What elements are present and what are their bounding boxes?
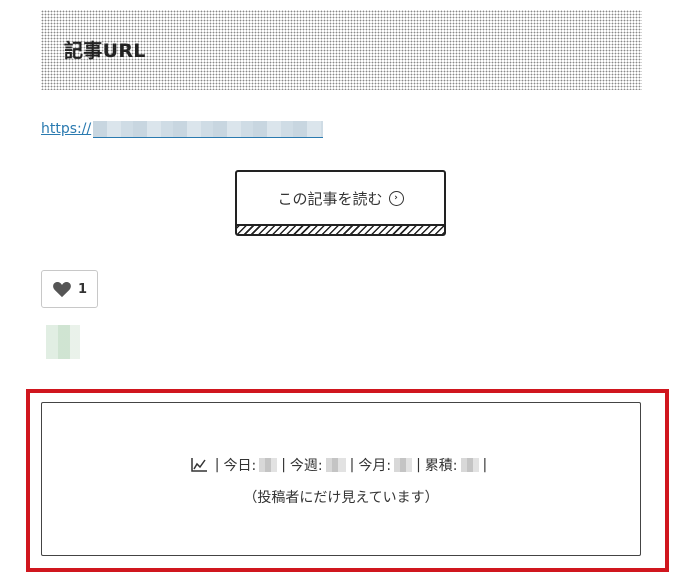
read-article-button-label: この記事を読む xyxy=(277,190,383,208)
author-only-note: （投稿者にだけ見えています） xyxy=(243,490,439,506)
view-stats-line: | 今日: | 今週: | 今月: | 累積: | xyxy=(42,455,640,475)
stats-today-label: 今日: xyxy=(223,458,257,474)
arrow-circle-right-icon: › xyxy=(388,191,404,206)
blurred-url-text xyxy=(93,120,324,138)
article-url-prefix: https:// xyxy=(41,121,92,137)
heart-icon xyxy=(53,281,71,298)
stats-month-label: 今月: xyxy=(358,458,392,474)
like-count: 1 xyxy=(77,281,88,297)
view-stats-box: | 今日: | 今週: | 今月: | 累積: | （投稿者にだけ見えています） xyxy=(41,402,641,556)
stats-total-value-blurred xyxy=(460,458,479,472)
stats-week-label: 今週: xyxy=(289,458,323,474)
stats-total-label: 累積: xyxy=(424,458,458,474)
like-button[interactable]: 1 xyxy=(41,270,98,308)
liker-avatar[interactable] xyxy=(46,325,80,359)
stats-month-value-blurred xyxy=(394,458,413,472)
button-stripe-decoration xyxy=(237,224,444,234)
article-url-heading-box: 記事URL xyxy=(41,10,642,90)
stats-today-value-blurred xyxy=(259,458,278,472)
line-chart-icon xyxy=(191,458,207,472)
article-url-heading: 記事URL xyxy=(64,40,146,62)
stats-week-value-blurred xyxy=(325,458,346,472)
article-url-link[interactable]: https:// xyxy=(41,118,324,140)
read-article-button[interactable]: この記事を読む › xyxy=(235,170,446,236)
